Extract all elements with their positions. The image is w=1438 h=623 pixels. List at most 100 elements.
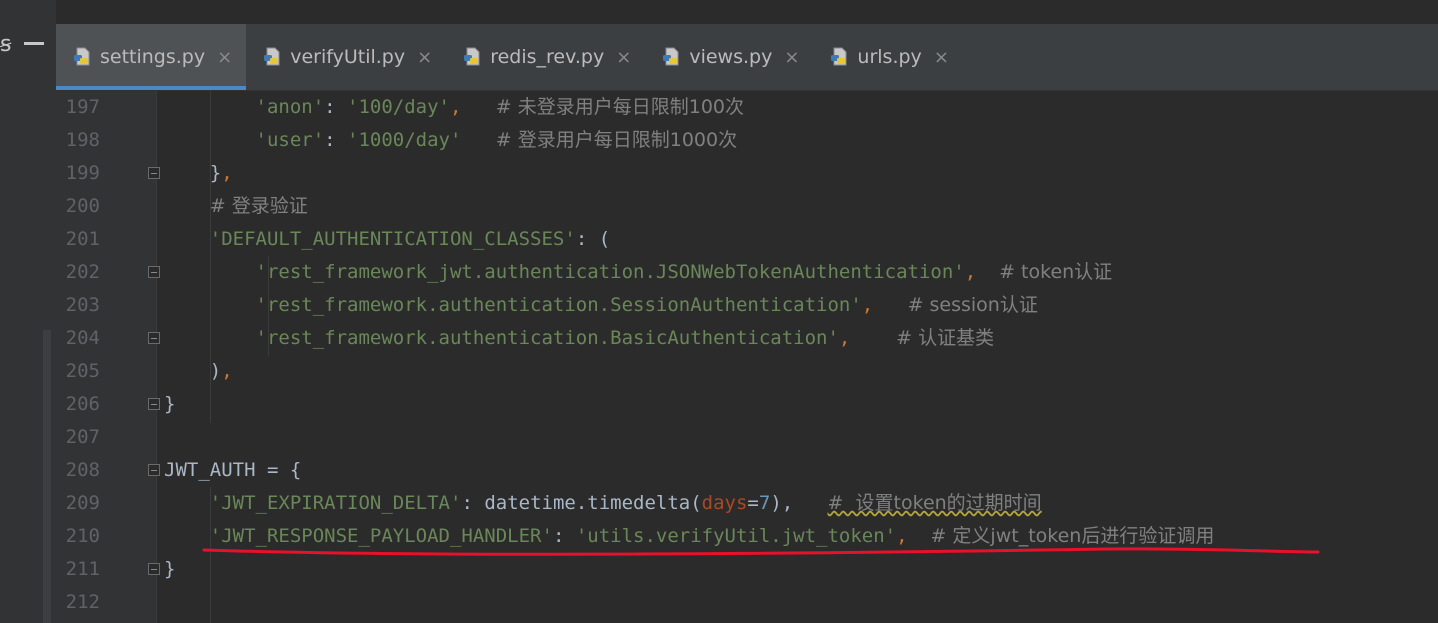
tab-redis_rev-py[interactable]: redis_rev.py ×: [446, 24, 645, 90]
python-file-icon: [663, 47, 679, 66]
token-cmt: # 登录验证: [209, 195, 308, 217]
code-text: 'rest_framework_jwt.authentication.JSONW…: [164, 256, 1113, 289]
tab-views-py[interactable]: views.py ×: [645, 24, 813, 90]
token-str: 'rest_framework_jwt.authentication.JSONW…: [255, 261, 965, 283]
token-punc: ,: [221, 360, 233, 382]
code-text: 'JWT_EXPIRATION_DELTA': datetime.timedel…: [164, 487, 1042, 520]
token-plain: ): [209, 360, 222, 382]
token-punc: ,: [450, 96, 462, 118]
token-str: 'utils.verifyUtil.jwt_token': [575, 525, 897, 547]
token-plain: :: [552, 525, 576, 547]
token-cmt: # token认证: [999, 261, 1113, 283]
close-tab-icon[interactable]: ×: [616, 47, 631, 68]
token-plain: :: [324, 96, 348, 118]
token-str: 'user': [255, 129, 325, 151]
code-line: 212: [56, 586, 1438, 619]
code-line: 211}: [56, 553, 1438, 586]
token-cmt: # session认证: [907, 294, 1038, 316]
code-text: 'user': '1000/day' # 登录用户每日限制1000次: [164, 124, 738, 157]
code-text: # 登录验证: [164, 190, 308, 223]
token-punc: ,: [861, 294, 874, 316]
line-number: 205: [65, 360, 100, 382]
close-tab-icon[interactable]: ×: [784, 47, 799, 68]
fold-toggle-icon[interactable]: [148, 563, 160, 575]
fold-toggle-icon[interactable]: [148, 464, 160, 476]
code-line: 206}: [56, 388, 1438, 421]
code-text: 'anon': '100/day', # 未登录用户每日限制100次: [164, 91, 745, 124]
line-number: 209: [65, 492, 100, 514]
token-str: 'anon': [255, 96, 325, 118]
fold-toggle-icon[interactable]: [148, 167, 160, 179]
token-plain: =: [747, 492, 759, 514]
tab-label: verifyUtil.py: [290, 46, 406, 68]
tab-urls-py[interactable]: urls.py ×: [813, 24, 962, 90]
code-line: 198 'user': '1000/day' # 登录用户每日限制1000次: [56, 124, 1438, 157]
line-number: 208: [65, 459, 100, 481]
tool-window-icon[interactable]: ꞩ: [0, 30, 14, 60]
token-plain: ),: [770, 492, 794, 514]
line-number: 198: [65, 129, 100, 151]
close-tab-icon[interactable]: ×: [934, 47, 949, 68]
fold-toggle-icon[interactable]: [148, 332, 160, 344]
token-plain: }: [164, 558, 176, 580]
token-cmt: # 未登录用户每日限制100次: [495, 96, 745, 118]
code-line: 205 ),: [56, 355, 1438, 388]
tab-label: redis_rev.py: [490, 46, 605, 68]
line-number: 203: [65, 294, 100, 316]
code-line: 197 'anon': '100/day', # 未登录用户每日限制100次: [56, 91, 1438, 124]
tool-window-strip: ꞩ: [0, 0, 56, 623]
close-tab-icon[interactable]: ×: [417, 47, 432, 68]
code-text: 'rest_framework.authentication.SessionAu…: [164, 289, 1038, 322]
code-line: 208 JWT_AUTH = {: [56, 454, 1438, 487]
code-text: JWT_AUTH = {: [164, 454, 301, 487]
code-line: 202 'rest_framework_jwt.authentication.J…: [56, 256, 1438, 289]
code-text: 'JWT_RESPONSE_PAYLOAD_HANDLER': 'utils.v…: [164, 520, 1215, 553]
token-kw: days: [701, 492, 748, 514]
code-text: 'rest_framework.authentication.BasicAuth…: [164, 322, 995, 355]
fold-toggle-icon[interactable]: [148, 398, 160, 410]
code-line: 199 },: [56, 157, 1438, 190]
tab-label: urls.py: [857, 46, 922, 68]
code-line: 201 'DEFAULT_AUTHENTICATION_CLASSES': (: [56, 223, 1438, 256]
token-plain: JWT_AUTH = {: [164, 459, 302, 481]
token-plain: :: [324, 129, 348, 151]
tab-verifyutil-py[interactable]: verifyUtil.py ×: [246, 24, 446, 90]
code-editor[interactable]: 197 'anon': '100/day', # 未登录用户每日限制100次 19…: [56, 91, 1438, 623]
minimize-icon[interactable]: [24, 42, 44, 45]
token-num: 7: [758, 492, 771, 514]
code-text: }: [164, 388, 175, 421]
structure-scroll-marker: [43, 330, 51, 623]
line-number: 200: [65, 195, 100, 217]
token-str: '100/day': [347, 96, 450, 118]
line-number: 202: [65, 261, 100, 283]
line-number: 199: [65, 162, 100, 184]
token-cmt: # 认证基类: [896, 327, 995, 349]
token-plain: : datetime.timedelta(: [461, 492, 702, 514]
token-punc: ,: [221, 162, 233, 184]
code-text: },: [164, 157, 233, 190]
tab-label: views.py: [689, 46, 773, 68]
line-number: 212: [65, 591, 100, 613]
line-number: 207: [65, 426, 100, 448]
line-number: 204: [65, 327, 100, 349]
token-punc: ,: [838, 327, 851, 349]
tab-settings-py[interactable]: settings.py ×: [56, 24, 247, 90]
tab-label: settings.py: [100, 46, 206, 68]
token-str: 'DEFAULT_AUTHENTICATION_CLASSES': [209, 228, 576, 250]
token-str: '1000/day': [347, 129, 462, 151]
close-tab-icon[interactable]: ×: [217, 47, 232, 68]
token-str: 'JWT_EXPIRATION_DELTA': [209, 492, 462, 514]
fold-toggle-icon[interactable]: [148, 266, 160, 278]
token-plain: }: [164, 393, 176, 415]
